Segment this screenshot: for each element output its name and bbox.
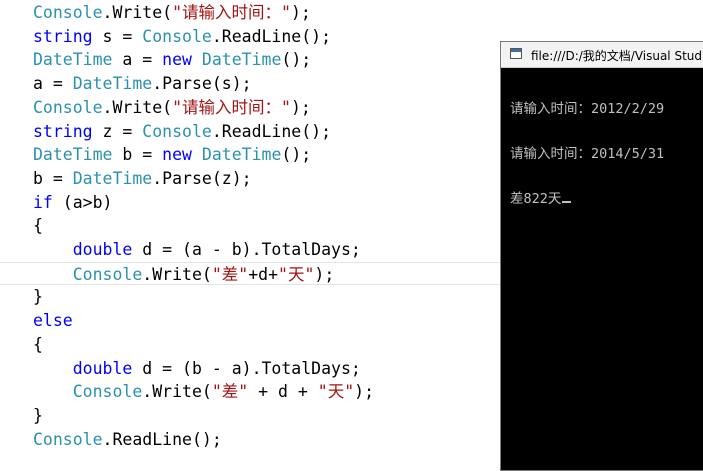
code-token: DateTime <box>33 145 113 165</box>
code-token: new <box>162 145 192 165</box>
console-output[interactable]: 请输入时间：2012/2/29 请输入时间：2014/5/31 差822天 <box>510 72 703 237</box>
code-token: DateTime <box>201 145 282 165</box>
code-token: "天" <box>278 264 315 284</box>
console-line-3: 差822天 <box>510 192 703 207</box>
code-token: .ReadLine(); <box>211 26 332 46</box>
code-token: DateTime <box>33 50 113 70</box>
code-token: .ReadLine(); <box>102 429 222 449</box>
code-token: (); <box>281 145 312 165</box>
code-token: "请输入时间：" <box>172 97 291 117</box>
code-token: ); <box>290 3 311 22</box>
code-token: .Parse(z); <box>152 168 252 188</box>
code-token: + d + <box>248 382 318 402</box>
code-token: Console <box>72 382 143 402</box>
code-token: .Parse(s); <box>152 74 252 94</box>
code-token: z = <box>92 121 143 141</box>
code-token: Console <box>33 97 103 117</box>
code-token: { <box>33 334 43 354</box>
code-token: "请输入时间：" <box>172 3 291 22</box>
code-token: .ReadLine(); <box>211 121 332 141</box>
code-token: s = <box>92 26 143 46</box>
code-token: double <box>72 358 133 378</box>
code-token: .Write( <box>102 97 173 117</box>
code-token: "天" <box>317 382 355 402</box>
console-title: file:///D:/我的文档/Visual Stud <box>531 49 703 63</box>
code-token: { <box>33 216 43 236</box>
code-token: "差" <box>211 264 249 284</box>
console-line-1: 请输入时间：2012/2/29 <box>510 101 665 117</box>
code-token: DateTime <box>72 74 153 94</box>
code-token: else <box>33 311 73 331</box>
code-token: a = <box>112 50 163 70</box>
console-titlebar[interactable]: file:///D:/我的文档/Visual Stud <box>501 42 703 68</box>
code-token: (a>b) <box>52 192 113 212</box>
code-token: d = (b - a).TotalDays; <box>132 358 361 378</box>
code-token: if <box>33 192 53 212</box>
code-token: Console <box>33 429 103 449</box>
code-token: b = <box>112 145 163 165</box>
console-cursor <box>562 201 572 203</box>
code-token: double <box>72 240 133 259</box>
code-token: Console <box>142 121 212 141</box>
code-token: Console <box>33 3 103 22</box>
code-token: Console <box>72 264 143 284</box>
code-token: DateTime <box>72 168 153 188</box>
code-token: ); <box>290 97 311 117</box>
code-token: (); <box>281 50 312 70</box>
console-app-icon <box>510 48 522 59</box>
code-token: +d+ <box>248 264 279 284</box>
code-token: .Write( <box>142 382 212 402</box>
code-token: DateTime <box>201 50 282 70</box>
code-token: ); <box>314 264 335 284</box>
console-line-3-text: 差822天 <box>510 191 562 207</box>
code-token: } <box>33 405 43 425</box>
code-token: new <box>162 50 192 70</box>
code-token: b = <box>33 168 73 188</box>
code-line-1[interactable]: Console.Write("请输入时间："); <box>0 1 703 25</box>
console-window[interactable]: file:///D:/我的文档/Visual Stud 请输入时间：2012/2… <box>500 41 703 471</box>
console-line-2: 请输入时间：2014/5/31 <box>510 146 665 162</box>
code-token: ); <box>354 382 375 402</box>
code-token: .Write( <box>102 3 173 22</box>
code-token: string <box>33 26 93 46</box>
code-token: .Write( <box>142 264 212 284</box>
code-token: } <box>33 287 43 307</box>
code-token: string <box>33 121 93 141</box>
code-token: d = (a - b).TotalDays; <box>132 240 361 259</box>
code-token: "差" <box>211 382 249 402</box>
code-token: Console <box>142 26 212 46</box>
code-token: a = <box>33 74 73 94</box>
